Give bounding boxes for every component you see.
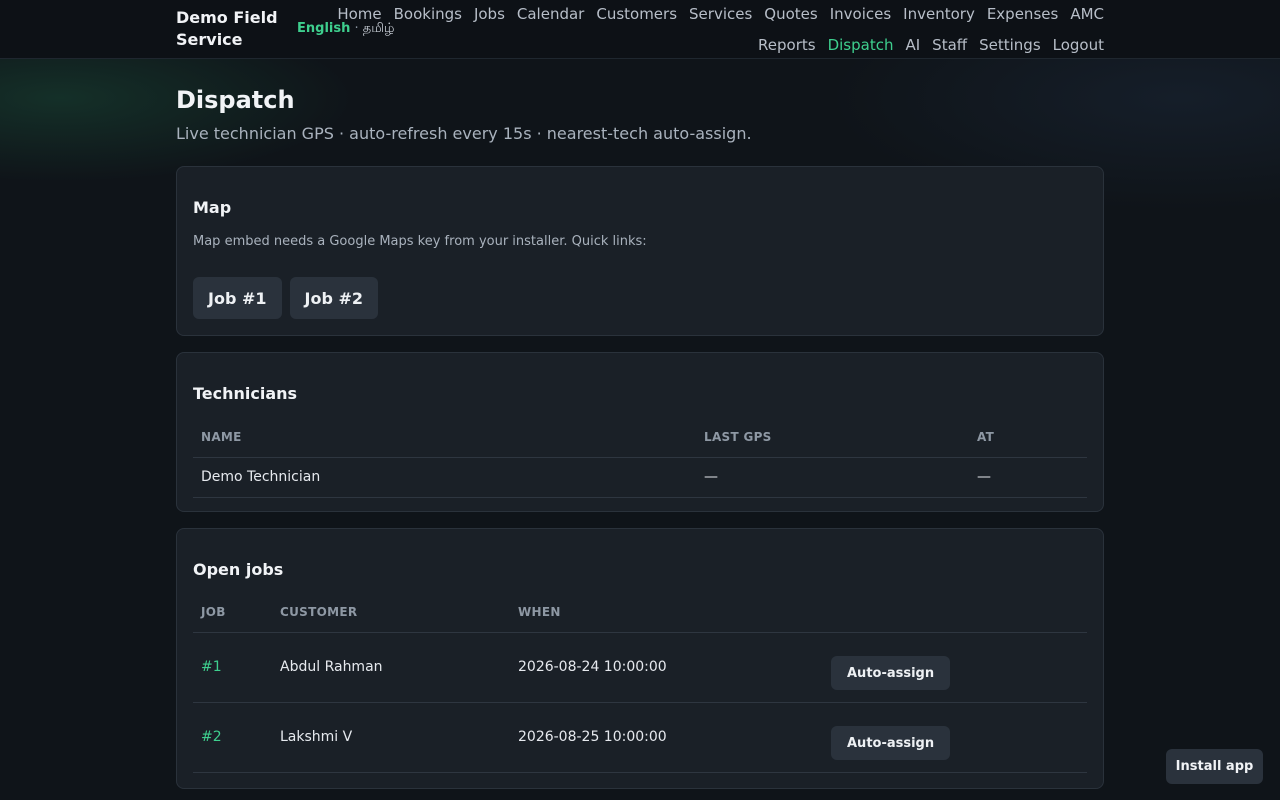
open-jobs-heading: Open jobs (193, 560, 284, 579)
lang-english[interactable]: English (297, 21, 350, 36)
install-app-button[interactable]: Install app (1166, 749, 1263, 784)
lang-tamil[interactable]: தமிழ் (363, 21, 395, 36)
nav-quotes[interactable]: Quotes (764, 5, 817, 23)
nav-home[interactable]: Home (337, 5, 381, 23)
table-header-row: JOB CUSTOMER WHEN (193, 593, 1087, 633)
lang-separator: · (354, 21, 359, 36)
brand-name[interactable]: Demo Field Service (176, 7, 286, 51)
technicians-card: Technicians NAME LAST GPS AT Demo Techni… (176, 352, 1104, 512)
auto-assign-button[interactable]: Auto-assign (831, 656, 951, 690)
table-row: #1 Abdul Rahman 2026-08-24 10:00:00 Auto… (193, 632, 1087, 703)
col-at: AT (969, 417, 1087, 458)
col-action (823, 593, 1087, 633)
job-when: 2026-08-24 10:00:00 (510, 632, 823, 703)
job-number-link[interactable]: #1 (201, 659, 222, 675)
nav-calendar[interactable]: Calendar (517, 5, 584, 23)
auto-assign-button[interactable]: Auto-assign (831, 726, 951, 760)
nav-services[interactable]: Services (689, 5, 752, 23)
technicians-table: NAME LAST GPS AT Demo Technician — — (193, 417, 1087, 498)
tech-last-gps: — (696, 457, 969, 498)
col-job: JOB (193, 593, 272, 633)
col-customer: CUSTOMER (272, 593, 510, 633)
language-switcher: English · தமிழ் (297, 21, 395, 37)
nav-reports[interactable]: Reports (758, 36, 816, 54)
map-note: Map embed needs a Google Maps key from y… (193, 234, 647, 249)
nav-row-secondary: Reports Dispatch AI Staff Settings Logou… (758, 36, 1104, 54)
technicians-heading: Technicians (193, 384, 298, 403)
job-when: 2026-08-25 10:00:00 (510, 702, 823, 773)
page-title: Dispatch (176, 86, 295, 114)
nav-inventory[interactable]: Inventory (903, 5, 975, 23)
page-subtitle: Live technician GPS · auto-refresh every… (176, 124, 752, 143)
col-when: WHEN (510, 593, 823, 633)
nav-invoices[interactable]: Invoices (830, 5, 891, 23)
col-name: NAME (193, 417, 696, 458)
job-customer: Lakshmi V (272, 702, 510, 773)
nav-settings[interactable]: Settings (979, 36, 1041, 54)
nav-expenses[interactable]: Expenses (987, 5, 1058, 23)
job-2-link-button[interactable]: Job #2 (289, 277, 379, 319)
job-number-link[interactable]: #2 (201, 729, 222, 745)
nav-staff[interactable]: Staff (932, 36, 967, 54)
nav-ai[interactable]: AI (905, 36, 920, 54)
nav-row-primary: Home Bookings Jobs Calendar Customers Se… (337, 5, 1104, 23)
tech-name: Demo Technician (193, 457, 696, 498)
tech-at: — (969, 457, 1087, 498)
col-last-gps: LAST GPS (696, 417, 969, 458)
nav-logout[interactable]: Logout (1053, 36, 1104, 54)
table-row: Demo Technician — — (193, 457, 1087, 498)
job-customer: Abdul Rahman (272, 632, 510, 703)
nav-customers[interactable]: Customers (596, 5, 677, 23)
job-1-link-button[interactable]: Job #1 (193, 277, 282, 319)
nav-jobs[interactable]: Jobs (474, 5, 505, 23)
table-header-row: NAME LAST GPS AT (193, 417, 1087, 458)
table-row: #2 Lakshmi V 2026-08-25 10:00:00 Auto-as… (193, 702, 1087, 773)
map-heading: Map (193, 198, 232, 217)
map-quick-links: Job #1 Job #2 (193, 277, 379, 319)
nav-bookings[interactable]: Bookings (394, 5, 462, 23)
top-header: Demo Field Service English · தமிழ் Home … (0, 0, 1280, 59)
nav-dispatch[interactable]: Dispatch (828, 36, 894, 54)
nav-amc[interactable]: AMC (1070, 5, 1104, 23)
open-jobs-table: JOB CUSTOMER WHEN #1 Abdul Rahman 2026-0… (193, 593, 1087, 773)
map-card: Map Map embed needs a Google Maps key fr… (176, 166, 1104, 336)
open-jobs-card: Open jobs JOB CUSTOMER WHEN #1 Abdul Rah… (176, 528, 1104, 789)
